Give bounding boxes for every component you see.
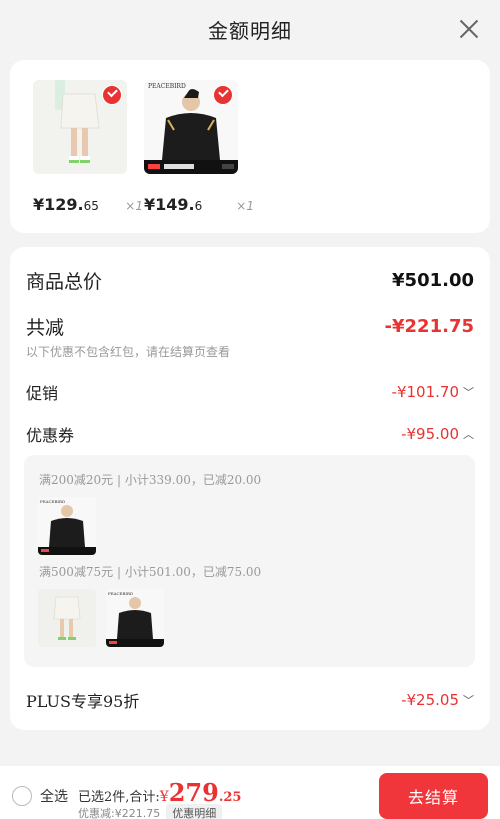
coupon-product-thumb: PEACEBIRD xyxy=(38,497,96,555)
close-icon[interactable] xyxy=(456,16,482,42)
product-item[interactable]: ¥129.65 ×1 xyxy=(33,80,143,214)
product-photo-jacket: PEACEBIRD xyxy=(38,497,96,555)
discount-row: 共减 -¥221.75 xyxy=(26,313,474,340)
chevron-down-icon: ﹀ xyxy=(463,694,474,707)
product-qty: ×1 xyxy=(236,199,254,213)
product-price: ¥129.65 xyxy=(33,195,99,214)
plus-value: -¥25.05 ﹀ xyxy=(401,691,474,709)
brand-logo: PEACEBIRD xyxy=(108,591,133,596)
product-price: ¥149.6 xyxy=(144,195,203,214)
total-label: 商品总价 xyxy=(26,271,103,293)
price-summary-card: 商品总价 ¥501.00 共减 -¥221.75 以下优惠不包含红包，请在结算页… xyxy=(10,247,490,730)
sheet-title: 金额明细 xyxy=(208,18,292,43)
product-image xyxy=(33,80,127,174)
total-value: ¥501.00 xyxy=(392,270,474,291)
coupon-value: -¥95.00 ︿ xyxy=(401,425,474,443)
coupon-product-thumb xyxy=(38,589,96,647)
coupon-rule-2: 满500减75元 | 小计501.00，已减75.00 xyxy=(39,565,262,579)
chevron-down-icon: ﹀ xyxy=(463,386,474,399)
chevron-up-icon: ︿ xyxy=(463,428,474,441)
total-row: 商品总价 ¥501.00 xyxy=(26,267,474,294)
brand-logo: PEACEBIRD xyxy=(148,83,186,90)
checkout-button[interactable]: 去结算 xyxy=(379,773,488,819)
brand-logo: PEACEBIRD xyxy=(40,499,65,504)
coupon-product-thumb: PEACEBIRD xyxy=(106,589,164,647)
promo-value: -¥101.70 ﹀ xyxy=(391,383,474,401)
coupon-rule-1: 满200减20元 | 小计339.00，已减20.00 xyxy=(39,473,262,487)
product-image: PEACEBIRD xyxy=(144,80,238,174)
products-card: ¥129.65 ×1 PEACEBIRD ¥149.6 ×1 xyxy=(10,60,490,233)
promo-label: 促销 xyxy=(26,384,59,403)
coupon-detail-box: 满200减20元 | 小计339.00，已减20.00 PEACEBIRD 满5… xyxy=(24,455,475,667)
coupon-row[interactable]: 优惠券 -¥95.00 ︿ xyxy=(26,422,474,446)
selected-check-icon xyxy=(213,85,233,105)
selected-check-icon xyxy=(102,85,122,105)
amount-detail-sheet: 金额明细 ¥129.65 ×1 PEACEBIRD ¥149.6 ×1 商品总价… xyxy=(0,0,500,819)
product-item[interactable]: PEACEBIRD ¥149.6 ×1 xyxy=(144,80,254,214)
discount-value: -¥221.75 xyxy=(384,316,474,337)
product-photo-girl xyxy=(38,589,96,647)
promo-row[interactable]: 促销 -¥101.70 ﹀ xyxy=(26,380,474,404)
product-photo-jacket: PEACEBIRD xyxy=(106,589,164,647)
selected-summary: 已选2件,合计: ¥279.25 xyxy=(78,778,242,807)
sheet-header: 金额明细 xyxy=(0,0,500,58)
discount-summary: 优惠减:¥221.75 优惠明细 xyxy=(78,804,223,819)
discount-note: 以下优惠不包含红包，请在结算页查看 xyxy=(26,345,231,359)
discount-detail-button[interactable]: 优惠明细 xyxy=(166,804,223,819)
plus-label: PLUS专享95折 xyxy=(26,692,140,711)
product-qty: ×1 xyxy=(125,199,143,213)
discount-label: 共减 xyxy=(26,317,65,339)
total-amount: ¥279.25 xyxy=(159,778,242,807)
coupon-label: 优惠券 xyxy=(26,426,75,445)
checkout-bar: 全选 已选2件,合计: ¥279.25 优惠减:¥221.75 优惠明细 去结算 xyxy=(0,766,500,819)
select-all-radio[interactable] xyxy=(12,786,32,806)
select-all-label[interactable]: 全选 xyxy=(40,786,68,806)
plus-row[interactable]: PLUS专享95折 -¥25.05 ﹀ xyxy=(26,688,474,712)
